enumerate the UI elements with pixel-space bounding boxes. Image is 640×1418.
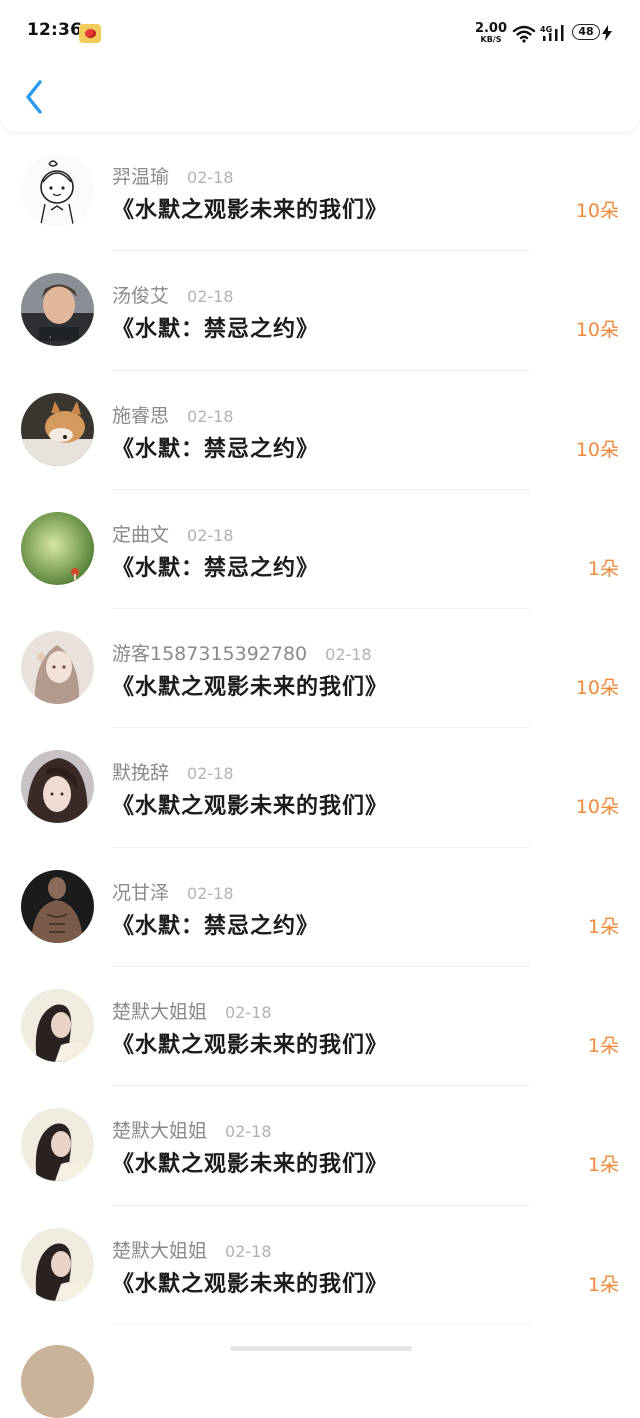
network-type-label: 4G bbox=[540, 25, 552, 34]
user-name: 况甘泽 bbox=[112, 881, 170, 904]
flower-amount: 10朵 bbox=[575, 438, 619, 461]
item-name-line: 况甘泽 02-18 bbox=[112, 878, 234, 905]
list-item[interactable]: 羿温瑜 02-18 《水默之观影未来的我们》 10朵 bbox=[0, 132, 640, 252]
item-date: 02-18 bbox=[187, 525, 234, 545]
work-title: 《水默之观影未来的我们》 bbox=[112, 1152, 389, 1178]
item-name-line: 汤俊艾 02-18 bbox=[112, 281, 234, 308]
list-item[interactable]: 楚默大姐姐 02-18 《水默之观影未来的我们》 1朵 bbox=[0, 967, 640, 1087]
user-name: 汤俊艾 bbox=[112, 285, 170, 308]
avatar[interactable] bbox=[21, 1227, 94, 1301]
flower-amount: 1朵 bbox=[587, 1035, 619, 1058]
item-date: 02-18 bbox=[225, 1241, 272, 1261]
flower-amount: 1朵 bbox=[587, 1154, 619, 1177]
item-date: 02-18 bbox=[187, 168, 234, 187]
list-item[interactable]: 楚默大姐姐 02-18 《水默之观影未来的我们》 1朵 bbox=[0, 1086, 640, 1206]
flower-amount: 10朵 bbox=[575, 319, 619, 342]
list-item[interactable]: 游客1587315392780 02-18 《水默之观影未来的我们》 10朵 bbox=[0, 609, 640, 729]
user-name: 楚默大姐姐 bbox=[112, 1001, 208, 1024]
work-title: 《水默之观影未来的我们》 bbox=[112, 1271, 389, 1297]
list-item[interactable]: 楚默大姐姐 02-18 《水默之观影未来的我们》 1朵 bbox=[0, 1206, 640, 1325]
list-item[interactable]: 况甘泽 02-18 《水默：禁忌之约》 1朵 bbox=[0, 848, 640, 968]
item-name-line: 羿温瑜 02-18 bbox=[112, 162, 234, 189]
item-name-line: 默挽辞 02-18 bbox=[112, 758, 234, 785]
user-name: 楚默大姐姐 bbox=[112, 1120, 208, 1143]
work-title: 《水默：禁忌之约》 bbox=[112, 555, 320, 581]
item-date: 02-18 bbox=[187, 406, 234, 426]
avatar[interactable] bbox=[21, 869, 94, 943]
work-title: 《水默：禁忌之约》 bbox=[112, 317, 320, 343]
item-name-line: 楚默大姐姐 02-18 bbox=[112, 997, 272, 1024]
item-name-line: 游客1587315392780 02-18 bbox=[112, 639, 372, 666]
list-item[interactable]: 默挽辞 02-18 《水默之观影未来的我们》 10朵 bbox=[0, 728, 640, 848]
avatar[interactable] bbox=[21, 154, 94, 227]
home-indicator[interactable] bbox=[230, 1346, 412, 1351]
svg-text:·: · bbox=[49, 333, 52, 342]
back-button[interactable] bbox=[20, 78, 52, 116]
avatar[interactable] bbox=[21, 989, 94, 1063]
work-title: 《水默之观影未来的我们》 bbox=[112, 794, 389, 820]
flower-amount: 10朵 bbox=[575, 796, 619, 819]
avatar[interactable] bbox=[21, 511, 94, 585]
work-title: 《水默之观影未来的我们》 bbox=[112, 198, 389, 223]
navigation-bar bbox=[0, 62, 640, 132]
avatar[interactable] bbox=[21, 750, 94, 824]
user-name: 羿温瑜 bbox=[112, 166, 170, 188]
gift-record-list: 羿温瑜 02-18 《水默之观影未来的我们》 10朵 · 汤俊艾 02-18 《水默… bbox=[0, 132, 640, 1325]
item-date: 02-18 bbox=[187, 764, 234, 784]
user-name: 定曲文 bbox=[112, 523, 170, 546]
work-title: 《水默：禁忌之约》 bbox=[112, 436, 320, 462]
charging-icon bbox=[602, 25, 612, 45]
user-name: 游客1587315392780 bbox=[112, 643, 308, 666]
status-time: 12:36 bbox=[27, 20, 83, 40]
avatar[interactable] bbox=[21, 1108, 94, 1182]
item-name-line: 楚默大姐姐 02-18 bbox=[112, 1116, 272, 1143]
avatar[interactable] bbox=[21, 1345, 94, 1418]
work-title: 《水默之观影未来的我们》 bbox=[112, 1033, 389, 1059]
weibo-icon bbox=[79, 24, 101, 43]
item-name-line: 施睿思 02-18 bbox=[112, 401, 234, 428]
status-bar: 12:36 2.00 KB/S 4G 48 bbox=[0, 0, 640, 62]
flower-amount: 10朵 bbox=[575, 200, 619, 222]
item-name-line: 定曲文 02-18 bbox=[112, 520, 234, 547]
user-name: 施睿思 bbox=[112, 404, 170, 427]
item-date: 02-18 bbox=[187, 287, 234, 307]
cellular-signal-icon: 4G bbox=[540, 24, 566, 46]
battery-indicator: 48 bbox=[572, 24, 600, 40]
flower-amount: 1朵 bbox=[587, 1273, 619, 1296]
divider bbox=[112, 1323, 530, 1325]
item-date: 02-18 bbox=[225, 1122, 272, 1142]
list-item[interactable]: · 汤俊艾 02-18 《水默：禁忌之约》 10朵 bbox=[0, 251, 640, 371]
item-date: 02-18 bbox=[325, 645, 372, 665]
network-speed: 2.00 KB/S bbox=[474, 22, 508, 44]
item-name-line: 楚默大姐姐 02-18 bbox=[112, 1236, 272, 1263]
flower-amount: 1朵 bbox=[587, 557, 619, 580]
flower-amount: 10朵 bbox=[575, 677, 619, 700]
list-item[interactable]: 施睿思 02-18 《水默：禁忌之约》 10朵 bbox=[0, 371, 640, 490]
work-title: 《水默：禁忌之约》 bbox=[112, 913, 320, 939]
avatar[interactable] bbox=[21, 392, 94, 466]
user-name: 楚默大姐姐 bbox=[112, 1239, 208, 1262]
item-date: 02-18 bbox=[225, 1003, 272, 1023]
item-date: 02-18 bbox=[187, 883, 234, 903]
avatar[interactable] bbox=[21, 631, 94, 705]
flower-amount: 1朵 bbox=[587, 915, 619, 938]
list-item[interactable]: 定曲文 02-18 《水默：禁忌之约》 1朵 bbox=[0, 490, 640, 610]
network-speed-value: 2.00 bbox=[474, 21, 508, 36]
avatar[interactable]: · bbox=[21, 273, 94, 347]
chevron-left-icon bbox=[26, 80, 42, 114]
wifi-icon bbox=[512, 25, 536, 47]
user-name: 默挽辞 bbox=[112, 762, 170, 785]
network-speed-unit: KB/S bbox=[480, 35, 502, 44]
work-title: 《水默之观影未来的我们》 bbox=[112, 675, 389, 701]
